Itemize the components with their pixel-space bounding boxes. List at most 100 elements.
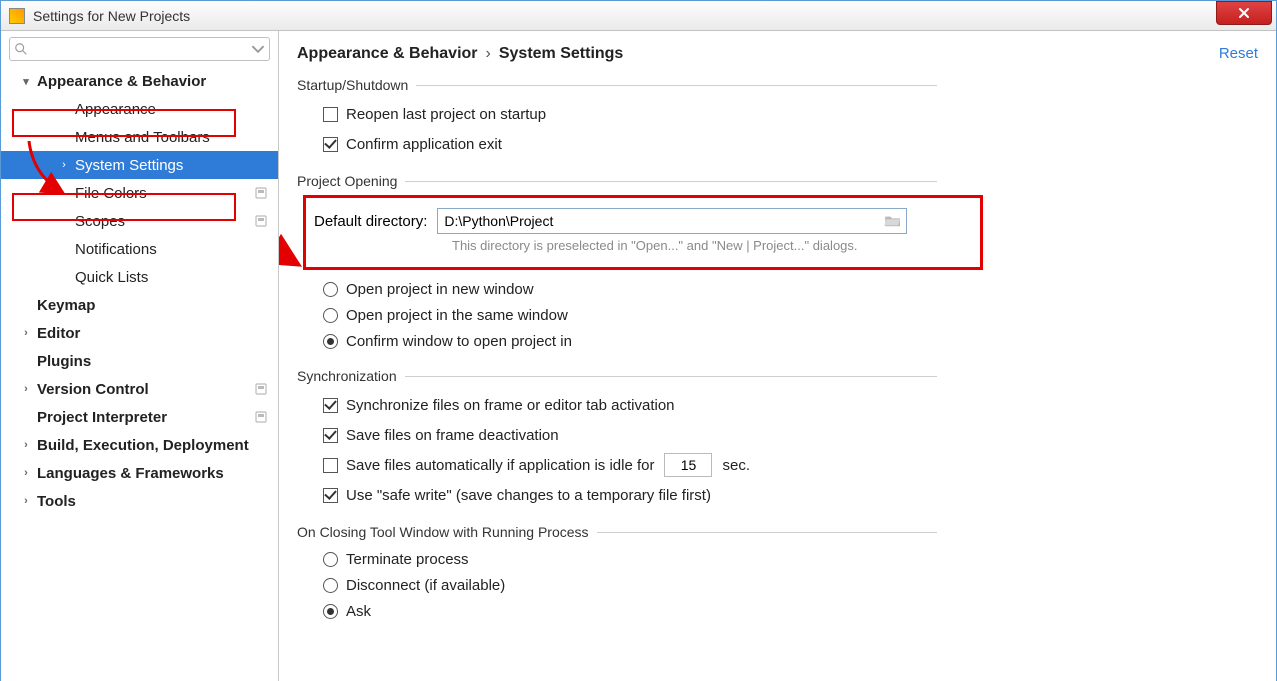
label-ask: Ask bbox=[346, 603, 371, 620]
breadcrumb-child: System Settings bbox=[499, 45, 623, 63]
sidebar-item[interactable]: › Editor bbox=[1, 319, 278, 347]
section-startup-title: Startup/Shutdown bbox=[297, 77, 408, 93]
sidebar-item-label: Tools bbox=[37, 493, 76, 510]
sidebar-item[interactable]: File Colors bbox=[1, 179, 278, 207]
label-default-directory: Default directory: bbox=[314, 213, 427, 230]
sidebar-item-label: Project Interpreter bbox=[37, 409, 167, 426]
checkbox-reopen-last[interactable] bbox=[323, 107, 338, 122]
sidebar-item-label: Menus and Toolbars bbox=[75, 129, 210, 146]
section-closing-title: On Closing Tool Window with Running Proc… bbox=[297, 524, 589, 540]
section-project-opening: Project Opening Default directory: This … bbox=[297, 173, 1258, 354]
chevron-down-icon bbox=[251, 42, 265, 56]
label-reopen-last: Reopen last project on startup bbox=[346, 106, 546, 123]
chevron-right-icon: › bbox=[19, 327, 33, 339]
sidebar-item-label: Appearance bbox=[75, 101, 156, 118]
sidebar-item-label: Notifications bbox=[75, 241, 157, 258]
default-directory-hint: This directory is preselected in "Open..… bbox=[452, 238, 972, 253]
section-sync-title: Synchronization bbox=[297, 368, 397, 384]
section-project-opening-title: Project Opening bbox=[297, 173, 397, 189]
project-scope-icon bbox=[254, 186, 268, 200]
chevron-right-icon: › bbox=[19, 495, 33, 507]
label-sync-frame: Synchronize files on frame or editor tab… bbox=[346, 397, 675, 414]
breadcrumb-parent: Appearance & Behavior bbox=[297, 45, 478, 63]
input-idle-seconds[interactable] bbox=[664, 453, 712, 477]
sidebar-item[interactable]: Scopes bbox=[1, 207, 278, 235]
label-terminate: Terminate process bbox=[346, 551, 469, 568]
sidebar-item[interactable]: Appearance bbox=[1, 95, 278, 123]
sidebar-item-label: Keymap bbox=[37, 297, 95, 314]
chevron-right-icon: › bbox=[57, 159, 71, 171]
close-button[interactable] bbox=[1216, 1, 1272, 25]
search-field[interactable] bbox=[9, 37, 270, 61]
section-startup: Startup/Shutdown Reopen last project on … bbox=[297, 77, 937, 159]
close-icon bbox=[1237, 6, 1251, 20]
checkbox-confirm-exit[interactable] bbox=[323, 137, 338, 152]
radio-open-new-window[interactable] bbox=[323, 282, 338, 297]
titlebar: Settings for New Projects bbox=[1, 1, 1276, 31]
sidebar-item-label: Version Control bbox=[37, 381, 149, 398]
project-scope-icon bbox=[254, 410, 268, 424]
sidebar-item-label: Plugins bbox=[37, 353, 91, 370]
content-panel: Appearance & Behavior › System Settings … bbox=[279, 31, 1276, 681]
radio-ask[interactable] bbox=[323, 604, 338, 619]
sidebar-item[interactable]: Keymap bbox=[1, 291, 278, 319]
project-scope-icon bbox=[254, 214, 268, 228]
sidebar-item-label: System Settings bbox=[75, 157, 183, 174]
settings-tree[interactable]: ▾ Appearance & Behavior Appearance Menus … bbox=[1, 67, 278, 681]
breadcrumb-sep: › bbox=[486, 45, 491, 63]
sidebar-item[interactable]: › Build, Execution, Deployment bbox=[1, 431, 278, 459]
sidebar-item[interactable]: › Tools bbox=[1, 487, 278, 515]
sidebar-item[interactable]: ▾ Appearance & Behavior bbox=[1, 67, 278, 95]
sidebar: ▾ Appearance & Behavior Appearance Menus … bbox=[1, 31, 279, 681]
label-open-new-window: Open project in new window bbox=[346, 281, 534, 298]
main-area: ▾ Appearance & Behavior Appearance Menus … bbox=[1, 31, 1276, 681]
sidebar-item[interactable]: Menus and Toolbars bbox=[1, 123, 278, 151]
search-icon bbox=[14, 42, 28, 56]
sidebar-item[interactable]: Quick Lists bbox=[1, 263, 278, 291]
folder-icon[interactable] bbox=[884, 214, 902, 228]
label-save-idle: Save files automatically if application … bbox=[346, 457, 654, 474]
label-open-same-window: Open project in the same window bbox=[346, 307, 568, 324]
section-sync: Synchronization Synchronize files on fra… bbox=[297, 368, 937, 510]
sidebar-item[interactable]: Plugins bbox=[1, 347, 278, 375]
radio-confirm-window[interactable] bbox=[323, 334, 338, 349]
chevron-right-icon: › bbox=[19, 467, 33, 479]
app-icon bbox=[9, 8, 25, 24]
default-directory-input[interactable] bbox=[444, 213, 884, 229]
section-closing: On Closing Tool Window with Running Proc… bbox=[297, 524, 937, 624]
chevron-right-icon: › bbox=[19, 439, 33, 451]
radio-open-same-window[interactable] bbox=[323, 308, 338, 323]
label-disconnect: Disconnect (if available) bbox=[346, 577, 505, 594]
label-safe-write: Use "safe write" (save changes to a temp… bbox=[346, 487, 711, 504]
sidebar-item-label: Languages & Frameworks bbox=[37, 465, 224, 482]
label-confirm-window: Confirm window to open project in bbox=[346, 333, 572, 350]
checkbox-sync-frame[interactable] bbox=[323, 398, 338, 413]
sidebar-item[interactable]: Project Interpreter bbox=[1, 403, 278, 431]
checkbox-safe-write[interactable] bbox=[323, 488, 338, 503]
window-title: Settings for New Projects bbox=[33, 8, 190, 24]
default-directory-field[interactable] bbox=[437, 208, 907, 234]
sidebar-item-label: Build, Execution, Deployment bbox=[37, 437, 249, 454]
radio-terminate[interactable] bbox=[323, 552, 338, 567]
label-confirm-exit: Confirm application exit bbox=[346, 136, 502, 153]
breadcrumb: Appearance & Behavior › System Settings bbox=[297, 45, 1258, 63]
sidebar-item[interactable]: › System Settings bbox=[1, 151, 278, 179]
checkbox-save-deact[interactable] bbox=[323, 428, 338, 443]
search-input[interactable] bbox=[28, 42, 251, 57]
sidebar-item[interactable]: Notifications bbox=[1, 235, 278, 263]
sidebar-item-label: Quick Lists bbox=[75, 269, 148, 286]
reset-link[interactable]: Reset bbox=[1219, 45, 1258, 62]
sidebar-item-label: Editor bbox=[37, 325, 80, 342]
project-scope-icon bbox=[254, 382, 268, 396]
radio-disconnect[interactable] bbox=[323, 578, 338, 593]
checkbox-save-idle[interactable] bbox=[323, 458, 338, 473]
sidebar-item-label: File Colors bbox=[75, 185, 147, 202]
sidebar-item[interactable]: › Version Control bbox=[1, 375, 278, 403]
sidebar-item-label: Scopes bbox=[75, 213, 125, 230]
chevron-down-icon: ▾ bbox=[19, 75, 33, 88]
label-idle-suffix: sec. bbox=[722, 457, 750, 474]
annotation-box-default-dir: Default directory: This directory is pre… bbox=[303, 195, 983, 270]
chevron-right-icon: › bbox=[19, 383, 33, 395]
sidebar-item-label: Appearance & Behavior bbox=[37, 73, 206, 90]
sidebar-item[interactable]: › Languages & Frameworks bbox=[1, 459, 278, 487]
